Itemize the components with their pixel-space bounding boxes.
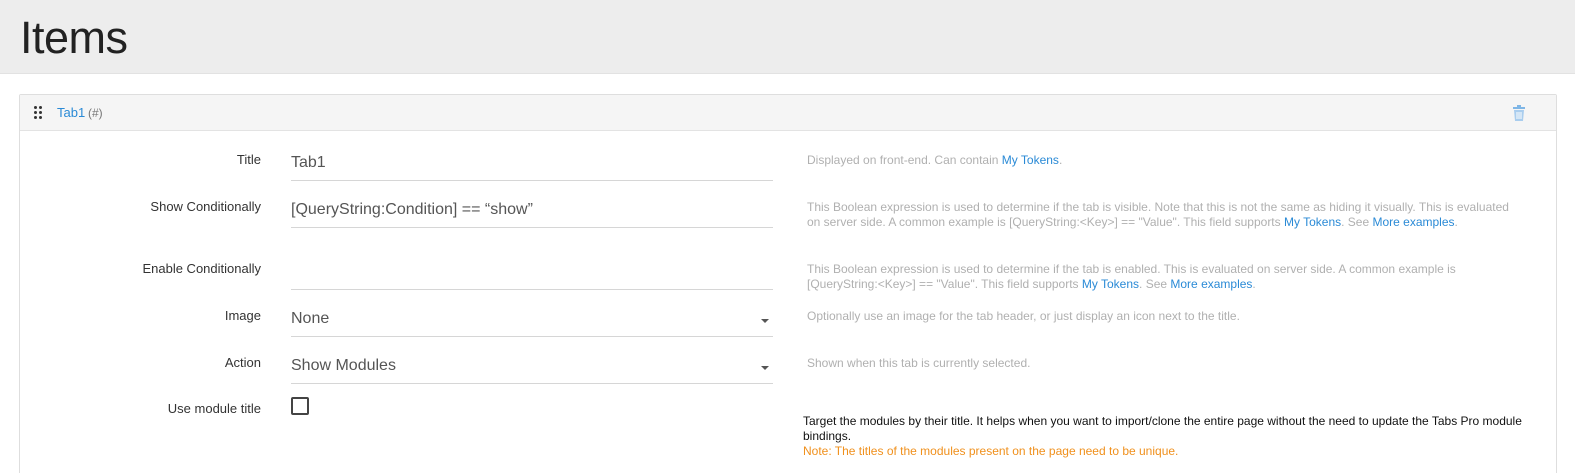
unique-titles-note: Note: The titles of the modules present … (803, 444, 1179, 458)
show-conditionally-help: This Boolean expression is used to deter… (807, 200, 1509, 229)
drag-handle-icon[interactable] (34, 106, 42, 120)
my-tokens-link[interactable]: My Tokens (1082, 277, 1139, 291)
title-help: Displayed on front-end. Can contain My T… (807, 153, 1063, 167)
enable-conditionally-input[interactable] (291, 254, 773, 290)
more-examples-link[interactable]: More examples (1372, 215, 1454, 229)
enable-conditionally-label: Enable Conditionally (142, 261, 261, 276)
image-label: Image (224, 308, 261, 323)
tab-item-header[interactable]: Tab1 (#) (20, 95, 1556, 131)
trash-icon[interactable] (1512, 105, 1526, 121)
title-label: Title (236, 152, 261, 167)
use-module-title-label: Use module title (167, 401, 261, 416)
enable-conditionally-help: This Boolean expression is used to deter… (807, 262, 1456, 291)
page-header: Items (0, 0, 1575, 74)
action-select[interactable]: Show Modules (291, 348, 773, 384)
page-title: Items (20, 12, 128, 63)
my-tokens-link[interactable]: My Tokens (1002, 153, 1059, 167)
more-examples-link[interactable]: More examples (1170, 277, 1252, 291)
image-select-value: None (291, 310, 330, 327)
action-label: Action (224, 355, 261, 370)
tab-item-hash: (#) (88, 106, 103, 120)
my-tokens-link[interactable]: My Tokens (1284, 215, 1341, 229)
action-help: Shown when this tab is currently selecte… (807, 356, 1031, 370)
title-input[interactable]: Tab1 (291, 145, 773, 181)
action-select-value: Show Modules (291, 357, 396, 374)
use-module-title-help: Target the modules by their title. It he… (803, 414, 1543, 459)
image-help: Optionally use an image for the tab head… (807, 309, 1240, 323)
image-select[interactable]: None (291, 301, 773, 337)
tab-item-name-link[interactable]: Tab1 (57, 105, 85, 120)
caret-down-icon (761, 366, 769, 370)
caret-down-icon (761, 319, 769, 323)
show-conditionally-input[interactable]: [QueryString:Condition] == “show” (291, 192, 773, 228)
show-conditionally-label: Show Conditionally (150, 199, 261, 214)
use-module-title-checkbox[interactable] (291, 397, 309, 415)
